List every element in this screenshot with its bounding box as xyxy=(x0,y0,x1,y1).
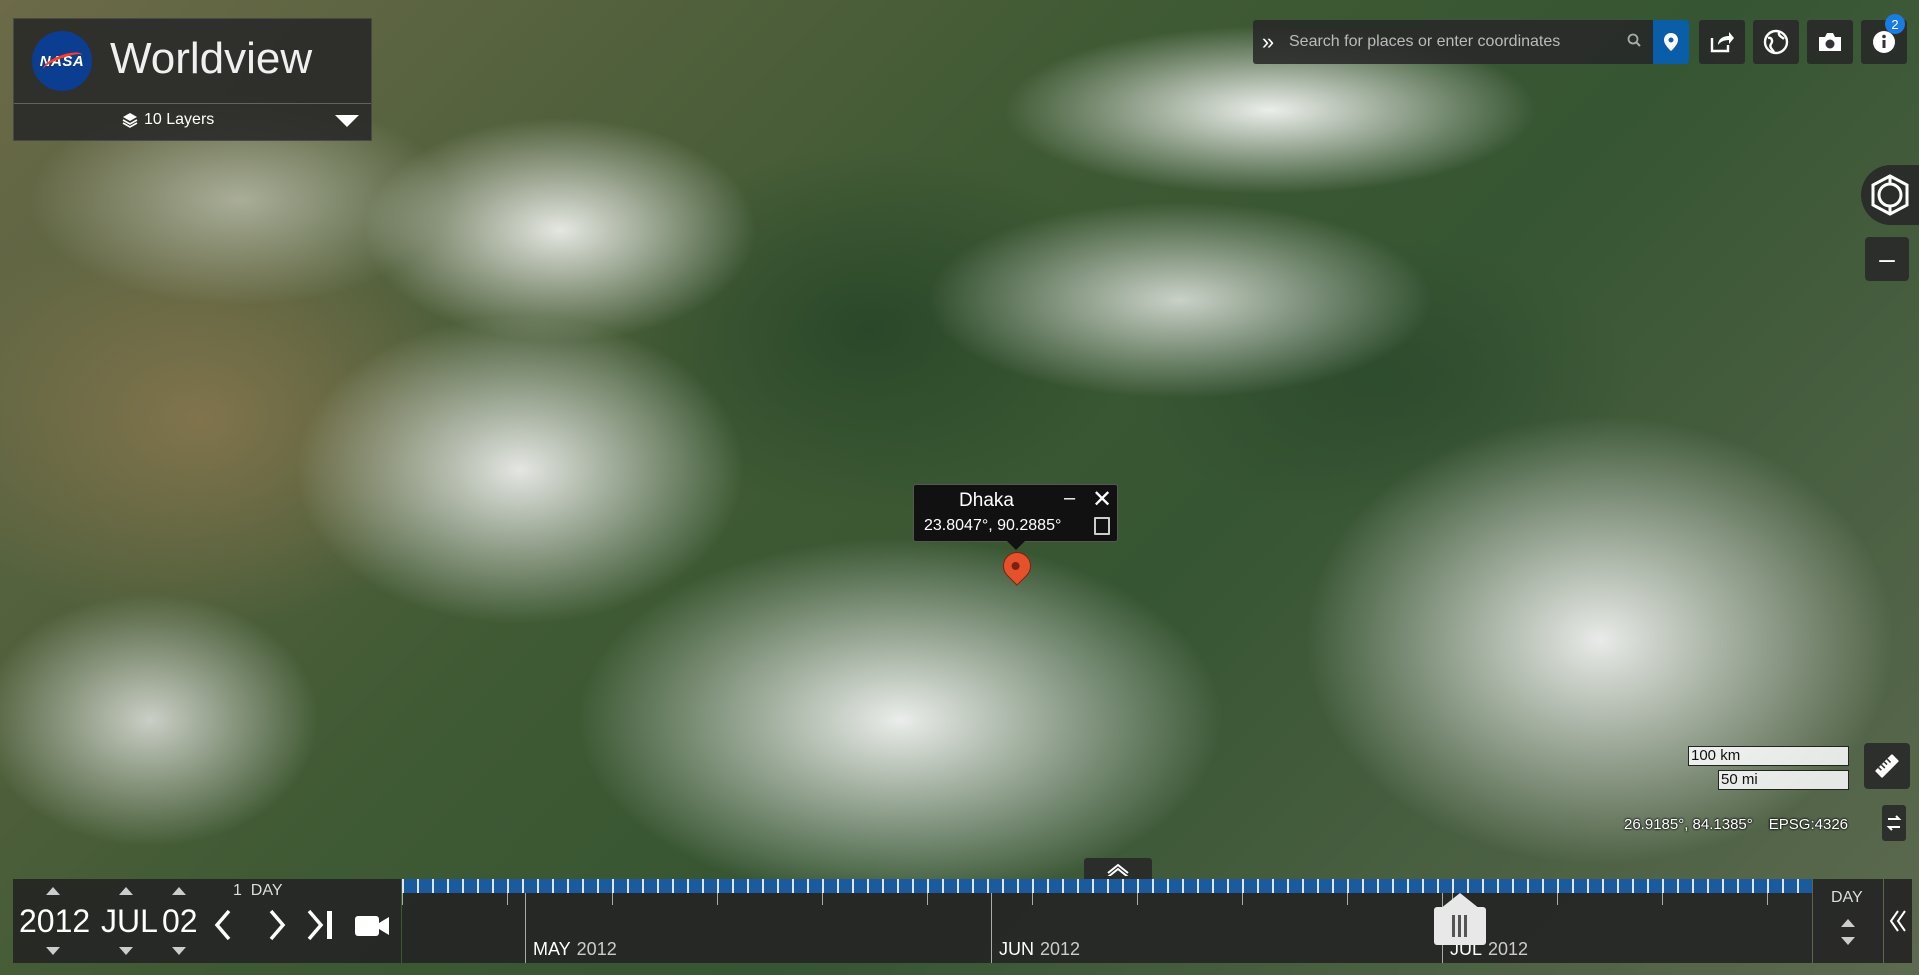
timeline-week-tick xyxy=(1032,893,1033,905)
camera-icon xyxy=(1819,33,1841,51)
expand-search-icon[interactable]: » xyxy=(1253,29,1283,55)
chevron-double-left-icon xyxy=(1889,910,1906,932)
timeline-zoom-selector[interactable]: DAY xyxy=(1813,879,1883,963)
share-button[interactable] xyxy=(1699,20,1745,64)
collapse-timeline-button[interactable] xyxy=(1884,879,1912,963)
month-name: JUN xyxy=(999,939,1034,959)
month-divider xyxy=(991,893,992,963)
month-up-arrow[interactable] xyxy=(119,887,133,895)
copy-icon[interactable] xyxy=(1094,517,1110,535)
skip-to-end-icon[interactable] xyxy=(305,907,339,943)
day-up-arrow[interactable] xyxy=(172,887,186,895)
cursor-coordinates: 26.9185°, 84.1385° xyxy=(1624,816,1753,833)
ruler-icon xyxy=(1875,754,1899,778)
map-controls: – xyxy=(1861,165,1919,289)
projection-toggle-button[interactable] xyxy=(1861,165,1919,225)
close-icon[interactable]: ✕ xyxy=(1092,485,1112,514)
timeline-month-label[interactable]: JUN 2012 xyxy=(999,939,1080,960)
month-field[interactable]: JUL xyxy=(101,903,158,940)
handle-grip xyxy=(1464,915,1467,937)
snapshot-button[interactable] xyxy=(1807,20,1853,64)
chevron-up-icon xyxy=(1107,863,1129,876)
scale-mi: 50 mi xyxy=(1718,770,1849,790)
minimize-icon[interactable]: – xyxy=(1064,487,1075,510)
projection-button[interactable] xyxy=(1753,20,1799,64)
interval-unit: DAY xyxy=(250,882,283,899)
interval-label[interactable]: 1 DAY xyxy=(233,882,283,900)
coordinate-format-button[interactable] xyxy=(1882,805,1906,841)
video-camera-icon[interactable] xyxy=(353,907,393,943)
month-divider xyxy=(525,893,526,963)
layers-toggle[interactable]: 10 Layers xyxy=(122,111,214,129)
worldview-header-panel: NASA Worldview 10 Layers xyxy=(13,18,372,141)
timeline-week-tick xyxy=(717,893,718,905)
month-year: 2012 xyxy=(1040,939,1081,959)
year-up-arrow[interactable] xyxy=(46,887,60,895)
handle-grip xyxy=(1452,915,1455,937)
timeline-week-tick xyxy=(507,893,508,905)
measure-button[interactable] xyxy=(1864,743,1910,789)
timeline-week-tick xyxy=(1557,893,1558,905)
info-button[interactable]: 2 xyxy=(1861,14,1907,64)
chevron-right-icon[interactable] xyxy=(265,907,289,943)
timeline-toggle-button[interactable] xyxy=(1084,858,1152,880)
app-title: Worldview xyxy=(110,34,313,83)
search-input[interactable]: Search for places or enter coordinates xyxy=(1283,33,1627,51)
search-icon[interactable] xyxy=(1627,33,1653,52)
notification-badge: 2 xyxy=(1885,14,1905,34)
day-field[interactable]: 02 xyxy=(162,903,198,940)
scale-bar: 100 km 50 mi xyxy=(1688,746,1849,790)
timeline-week-tick xyxy=(1242,893,1243,905)
timeline-week-tick xyxy=(1767,893,1768,905)
layers-icon xyxy=(122,113,138,128)
location-pin-button[interactable] xyxy=(1653,20,1689,64)
month-year: 2012 xyxy=(576,939,617,959)
timeline-week-tick xyxy=(1347,893,1348,905)
year-down-arrow[interactable] xyxy=(46,947,60,955)
popup-location-name: Dhaka xyxy=(959,490,1014,511)
timeline-week-tick xyxy=(927,893,928,905)
timeline-date-handle[interactable] xyxy=(1434,893,1486,945)
nasa-logo: NASA xyxy=(32,31,92,91)
handle-grip xyxy=(1458,915,1461,937)
globe-icon xyxy=(1763,29,1789,55)
zoom-up-arrow[interactable] xyxy=(1841,919,1855,927)
timeline-week-tick xyxy=(402,893,403,905)
location-pin-icon xyxy=(1664,33,1678,51)
nasa-logo-text: NASA xyxy=(39,52,85,70)
coordinates-readout: 26.9185°, 84.1385° EPSG:4326 xyxy=(1624,816,1848,833)
data-availability-strip xyxy=(402,879,1812,893)
date-selector: 2012 JUL 02 1 DAY xyxy=(13,879,401,963)
timeline-week-tick xyxy=(612,893,613,905)
year-field[interactable]: 2012 xyxy=(19,903,90,940)
projection-code: EPSG:4326 xyxy=(1768,816,1848,833)
month-name: MAY xyxy=(533,939,571,959)
timeline-zoom-label: DAY xyxy=(1831,889,1863,906)
panel-divider xyxy=(14,103,371,104)
month-down-arrow[interactable] xyxy=(119,947,133,955)
swap-icon xyxy=(1886,815,1902,831)
day-down-arrow[interactable] xyxy=(172,947,186,955)
chevron-left-icon[interactable] xyxy=(211,907,235,943)
timeline-week-tick xyxy=(1662,893,1663,905)
search-bar: » Search for places or enter coordinates xyxy=(1253,20,1689,64)
layers-count-label: 10 Layers xyxy=(144,111,215,128)
timeline[interactable]: MAY 2012 JUN 2012 JUL 2012 xyxy=(402,879,1812,963)
zoom-down-arrow[interactable] xyxy=(1841,937,1855,945)
zoom-out-button[interactable]: – xyxy=(1865,237,1909,281)
interval-count: 1 xyxy=(233,882,242,899)
hexagon-projection-icon xyxy=(1871,174,1909,216)
popup-coordinates: 23.8047°, 90.2885° xyxy=(924,517,1062,534)
timeline-week-tick xyxy=(1137,893,1138,905)
timeline-week-tick xyxy=(822,893,823,905)
share-icon xyxy=(1710,32,1734,53)
location-popup: Dhaka – ✕ 23.8047°, 90.2885° xyxy=(913,484,1118,550)
chevron-down-icon[interactable] xyxy=(335,115,359,127)
scale-km: 100 km xyxy=(1688,746,1849,766)
month-year: 2012 xyxy=(1488,939,1529,959)
timeline-month-label[interactable]: MAY 2012 xyxy=(533,939,617,960)
